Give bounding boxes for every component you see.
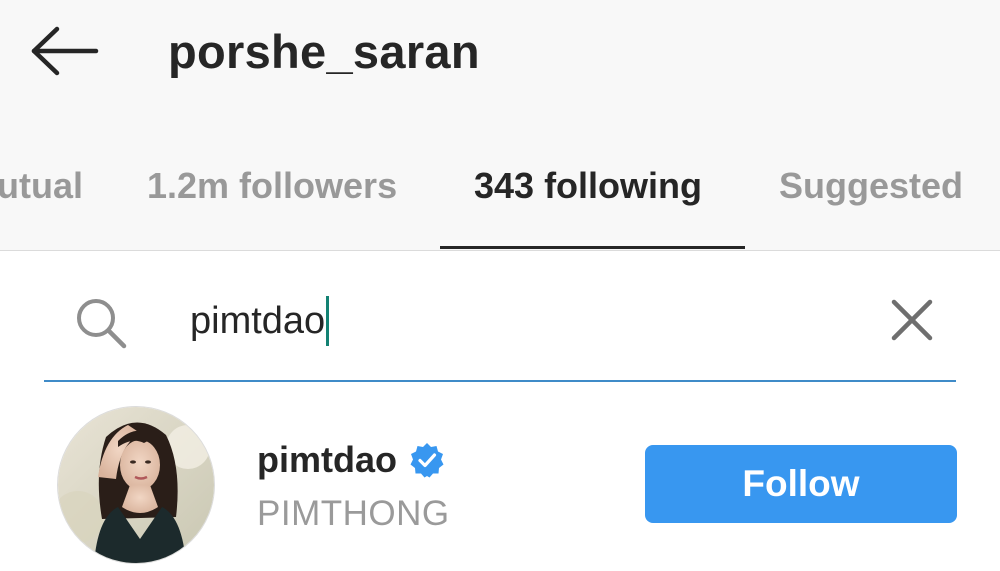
tab-followers[interactable]: 1.2m followers bbox=[120, 150, 430, 250]
text-caret bbox=[326, 296, 330, 346]
search-input[interactable]: pimtdao bbox=[190, 296, 330, 346]
search-underline bbox=[44, 380, 956, 382]
back-arrow-icon bbox=[31, 26, 99, 76]
tab-bar: utual 1.2m followers 343 following Sugge… bbox=[0, 150, 1000, 250]
screen: porshe_saran utual 1.2m followers 343 fo… bbox=[0, 0, 1000, 571]
tab-suggested[interactable]: Suggested bbox=[755, 150, 1000, 250]
tab-label: Suggested bbox=[779, 165, 964, 206]
search-icon bbox=[77, 299, 127, 349]
tab-label: utual bbox=[0, 165, 83, 206]
page-title: porshe_saran bbox=[168, 25, 480, 78]
verified-badge-icon bbox=[410, 443, 444, 478]
list-item[interactable]: pimtdao PIMTHONG Follow bbox=[0, 400, 1000, 571]
full-name: PIMTHONG bbox=[257, 494, 450, 533]
avatar[interactable] bbox=[57, 406, 215, 564]
back-button[interactable] bbox=[22, 18, 108, 84]
username[interactable]: pimtdao bbox=[257, 438, 397, 482]
close-icon[interactable] bbox=[888, 296, 936, 344]
search-bar: pimtdao bbox=[44, 252, 956, 382]
top-bar: porshe_saran utual 1.2m followers 343 fo… bbox=[0, 0, 1000, 251]
avatar-photo bbox=[58, 407, 214, 563]
username-line: pimtdao bbox=[257, 438, 445, 482]
follow-button[interactable]: Follow bbox=[645, 445, 957, 523]
search-input-value: pimtdao bbox=[190, 300, 326, 342]
active-tab-indicator bbox=[440, 246, 745, 249]
tab-mutual[interactable]: utual bbox=[0, 150, 110, 250]
tab-label: 343 following bbox=[474, 165, 703, 206]
tab-label: 1.2m followers bbox=[147, 165, 398, 206]
tab-following[interactable]: 343 following bbox=[440, 150, 745, 250]
